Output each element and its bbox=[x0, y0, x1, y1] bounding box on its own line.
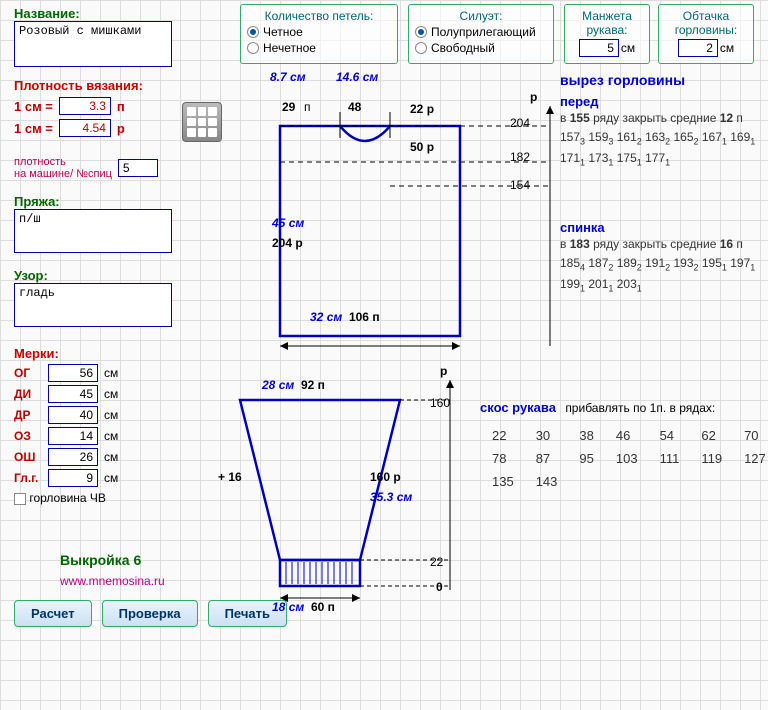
neckline-back-text: в 183 ряду закрыть средние 16 п bbox=[560, 235, 760, 254]
neckline-front-text: в 155 ряду закрыть средние 12 п bbox=[560, 109, 760, 128]
merki-input[interactable] bbox=[48, 448, 98, 466]
merki-row: Гл.г.см bbox=[14, 469, 118, 487]
sleeve-rows-table: 22303846546270788795103111119127135143 bbox=[480, 423, 768, 494]
site-url: www.mnemosina.ru bbox=[60, 574, 165, 588]
cuff-input[interactable] bbox=[579, 39, 619, 57]
sil-free[interactable]: Свободный bbox=[415, 41, 547, 55]
merki-row: ОШсм bbox=[14, 448, 118, 466]
pattern-title: Узор: bbox=[14, 268, 172, 283]
merki-input[interactable] bbox=[48, 427, 98, 445]
radio-icon bbox=[415, 26, 427, 38]
machine-label: плотность на машине/ №спиц bbox=[14, 156, 112, 180]
collar-checkbox-row[interactable]: горловина ЧВ bbox=[14, 491, 118, 505]
name-input[interactable]: Розовый с мишками bbox=[14, 21, 172, 67]
merki-input[interactable] bbox=[48, 385, 98, 403]
radio-icon bbox=[247, 26, 259, 38]
loops-title: Количество петель: bbox=[247, 9, 391, 23]
neckfacing-input[interactable] bbox=[678, 39, 718, 57]
merki-row: ДИсм bbox=[14, 385, 118, 403]
neckline-back-label: спинка bbox=[560, 220, 760, 235]
merki-row: ОГсм bbox=[14, 364, 118, 382]
yarn-title: Пряжа: bbox=[14, 194, 172, 209]
neckline-front-chain: 1573 1593 1612 1632 1652 1671 1691 1711 … bbox=[560, 128, 760, 170]
loops-odd[interactable]: Нечетное bbox=[247, 41, 391, 55]
checkbox-icon bbox=[14, 493, 26, 505]
neckline-back-chain: 1854 1872 1892 1912 1932 1951 1971 1991 … bbox=[560, 254, 760, 296]
silhouette-title: Силуэт: bbox=[415, 9, 547, 23]
machine-input[interactable] bbox=[118, 159, 158, 177]
density-title: Плотность вязания: bbox=[14, 78, 143, 93]
loops-even[interactable]: Четное bbox=[247, 25, 391, 39]
check-button[interactable]: Проверка bbox=[102, 600, 198, 627]
radio-icon bbox=[247, 42, 259, 54]
sleeve-slope-title: скос рукава bbox=[480, 400, 556, 415]
sil-semi[interactable]: Полуприлегающий bbox=[415, 25, 547, 39]
merki-input[interactable] bbox=[48, 364, 98, 382]
merki-row: ДРсм bbox=[14, 406, 118, 424]
merki-row: ОЗсм bbox=[14, 427, 118, 445]
pattern-input[interactable]: гладь bbox=[14, 283, 172, 327]
pattern-number: Выкройка 6 bbox=[60, 552, 165, 568]
merki-input[interactable] bbox=[48, 469, 98, 487]
density-p-input[interactable] bbox=[59, 97, 111, 115]
density-r-input[interactable] bbox=[59, 119, 111, 137]
yarn-input[interactable]: п/ш bbox=[14, 209, 172, 253]
neckfacing-title: Обтачка горловины: bbox=[665, 9, 747, 37]
cuff-title: Манжета рукава: bbox=[571, 9, 643, 37]
radio-icon bbox=[415, 42, 427, 54]
merki-input[interactable] bbox=[48, 406, 98, 424]
neckline-front-label: перед bbox=[560, 94, 760, 109]
sleeve-slope-note: прибавлять по 1п. в рядах: bbox=[565, 401, 715, 415]
calc-button[interactable]: Расчет bbox=[14, 600, 92, 627]
merki-title: Мерки: bbox=[14, 346, 118, 361]
neckline-title: вырез горловины bbox=[560, 72, 760, 88]
calculator-icon[interactable] bbox=[182, 102, 222, 142]
name-label: Название: bbox=[14, 6, 172, 21]
